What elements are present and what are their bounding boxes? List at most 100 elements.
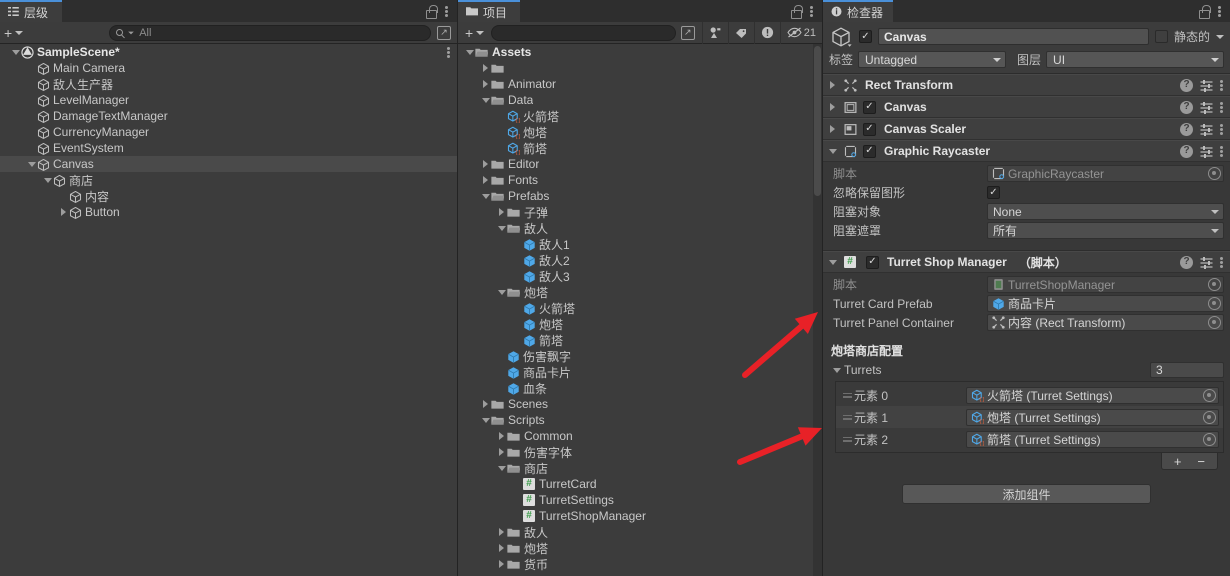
expand-arrow-icon[interactable]	[827, 149, 838, 154]
expand-arrow-icon[interactable]	[496, 466, 507, 471]
project-item-Data[interactable]: Data	[458, 92, 822, 108]
component-menu-icon[interactable]	[1220, 122, 1224, 136]
expand-arrow-icon[interactable]	[496, 226, 507, 231]
expand-arrow-icon[interactable]	[827, 103, 838, 111]
hierarchy-item-Canvas[interactable]: Canvas	[0, 156, 457, 172]
project-item-Animator[interactable]: Animator	[458, 76, 822, 92]
hierarchy-search-input[interactable]: All	[109, 24, 431, 41]
hierarchy-item-Button[interactable]: Button	[0, 204, 457, 220]
preset-icon[interactable]	[1200, 145, 1213, 158]
expand-arrow-icon[interactable]	[827, 81, 838, 89]
expand-arrow-icon[interactable]	[496, 432, 507, 440]
expand-arrow-icon[interactable]	[496, 560, 507, 568]
help-icon[interactable]: ?	[1180, 122, 1193, 136]
expand-arrow-icon[interactable]	[496, 528, 507, 536]
project-search-input[interactable]	[491, 24, 676, 41]
drag-handle-icon[interactable]	[840, 414, 854, 420]
preset-icon[interactable]	[1200, 101, 1213, 114]
project-item-商品卡片[interactable]: 商品卡片	[458, 364, 822, 380]
array-element-row[interactable]: 元素 1 {}炮塔 (Turret Settings)	[836, 406, 1223, 428]
component-menu-icon[interactable]	[1220, 255, 1224, 269]
hidden-packages-button[interactable]: 21	[779, 21, 822, 44]
create-asset-button[interactable]: +	[463, 26, 486, 40]
project-item-炮塔[interactable]: 炮塔	[458, 284, 822, 300]
project-item-炮塔[interactable]: {}炮塔	[458, 124, 822, 140]
project-item-火箭塔[interactable]: 火箭塔	[458, 300, 822, 316]
project-item-unnamed[interactable]	[458, 60, 822, 76]
component-header-turret-shop-manager[interactable]: # ✓ Turret Shop Manager （脚本） ?	[823, 251, 1230, 273]
array-remove-button[interactable]: −	[1190, 455, 1212, 468]
hierarchy-item-CurrencyManager[interactable]: CurrencyManager	[0, 124, 457, 140]
object-picker-icon[interactable]	[1208, 167, 1221, 180]
expand-arrow-icon[interactable]	[464, 50, 475, 55]
object-picker-icon[interactable]	[1208, 316, 1221, 329]
object-picker-icon[interactable]	[1203, 410, 1216, 424]
object-picker-icon[interactable]	[1208, 278, 1221, 291]
static-checkbox[interactable]	[1154, 30, 1168, 43]
hierarchy-item-EventSystem[interactable]: EventSystem	[0, 140, 457, 156]
expand-arrow-icon[interactable]	[827, 125, 838, 133]
object-picker-icon[interactable]	[1203, 432, 1216, 446]
object-field[interactable]: GraphicRaycaster	[987, 165, 1224, 182]
hierarchy-item-SampleScene*[interactable]: SampleScene*	[0, 44, 457, 60]
object-field[interactable]: {}炮塔 (Turret Settings)	[966, 408, 1219, 426]
expand-arrow-icon[interactable]	[42, 178, 53, 183]
expand-arrow-icon[interactable]	[480, 80, 491, 88]
object-field[interactable]: {}箭塔 (Turret Settings)	[966, 430, 1219, 448]
project-item-伤害飘字[interactable]: 伤害飘字	[458, 348, 822, 364]
project-item-商店[interactable]: 商店	[458, 460, 822, 476]
project-item-血条[interactable]: 血条	[458, 380, 822, 396]
expand-arrow-icon[interactable]	[480, 194, 491, 199]
project-item-敌人2[interactable]: 敌人2	[458, 252, 822, 268]
panel-menu-icon[interactable]	[1218, 4, 1222, 18]
object-field[interactable]: {}火箭塔 (Turret Settings)	[966, 386, 1219, 404]
drag-handle-icon[interactable]	[840, 436, 854, 442]
help-icon[interactable]: ?	[1180, 255, 1193, 269]
lock-icon[interactable]	[1198, 5, 1211, 19]
object-picker-icon[interactable]	[1203, 388, 1216, 402]
gameobject-name-input[interactable]: Canvas	[878, 28, 1149, 45]
hierarchy-item-DamageTextManager[interactable]: DamageTextManager	[0, 108, 457, 124]
project-item-Scenes[interactable]: Scenes	[458, 396, 822, 412]
project-item-TurretShopManager[interactable]: # TurretShopManager	[458, 508, 822, 524]
hierarchy-item-商店[interactable]: 商店	[0, 172, 457, 188]
array-add-button[interactable]: +	[1167, 455, 1189, 468]
property-checkbox[interactable]: ✓	[987, 186, 1000, 199]
search-by-label-icon[interactable]	[727, 21, 754, 44]
project-scrollbar[interactable]	[813, 44, 822, 576]
preset-icon[interactable]	[1200, 256, 1213, 269]
hierarchy-item-LevelManager[interactable]: LevelManager	[0, 92, 457, 108]
component-enabled-checkbox[interactable]: ✓	[866, 255, 879, 269]
component-enabled-checkbox[interactable]: ✓	[863, 122, 876, 136]
preset-icon[interactable]	[1200, 123, 1213, 136]
tab-inspector[interactable]: 检查器	[823, 0, 894, 22]
expand-arrow-icon[interactable]	[480, 176, 491, 184]
search-by-type-icon[interactable]	[701, 21, 728, 44]
component-menu-icon[interactable]	[1220, 78, 1224, 92]
component-header-rect-transform[interactable]: Rect Transform?	[823, 74, 1230, 96]
add-component-button[interactable]: 添加组件	[902, 484, 1151, 504]
object-field[interactable]: TurretShopManager	[987, 276, 1224, 293]
turrets-array-header[interactable]: Turrets 3	[829, 361, 1224, 379]
enum-dropdown[interactable]: None	[987, 203, 1224, 220]
project-item-TurretCard[interactable]: # TurretCard	[458, 476, 822, 492]
create-gameobject-button[interactable]: +	[2, 26, 25, 40]
object-field[interactable]: 商品卡片	[987, 295, 1224, 312]
array-element-row[interactable]: 元素 0 {}火箭塔 (Turret Settings)	[836, 384, 1223, 406]
expand-arrow-icon[interactable]	[480, 98, 491, 103]
project-item-Scripts[interactable]: Scripts	[458, 412, 822, 428]
expand-arrow-icon[interactable]	[827, 260, 838, 265]
help-icon[interactable]: ?	[1180, 144, 1193, 158]
project-item-火箭塔[interactable]: {}火箭塔	[458, 108, 822, 124]
component-header-graphic-raycaster[interactable]: ✓ Graphic Raycaster?	[823, 140, 1230, 162]
open-in-new-window-icon[interactable]: ↗	[437, 25, 451, 40]
tag-dropdown[interactable]: Untagged	[858, 51, 1007, 68]
hierarchy-item-Main Camera[interactable]: Main Camera	[0, 60, 457, 76]
expand-arrow-icon[interactable]	[496, 290, 507, 295]
hierarchy-item-敌人生产器[interactable]: 敌人生产器	[0, 76, 457, 92]
expand-arrow-icon[interactable]	[58, 208, 69, 216]
expand-arrow-icon[interactable]	[26, 162, 37, 167]
help-icon[interactable]: ?	[1180, 78, 1193, 92]
expand-arrow-icon[interactable]	[10, 50, 21, 55]
turrets-array-size-input[interactable]: 3	[1150, 362, 1224, 378]
